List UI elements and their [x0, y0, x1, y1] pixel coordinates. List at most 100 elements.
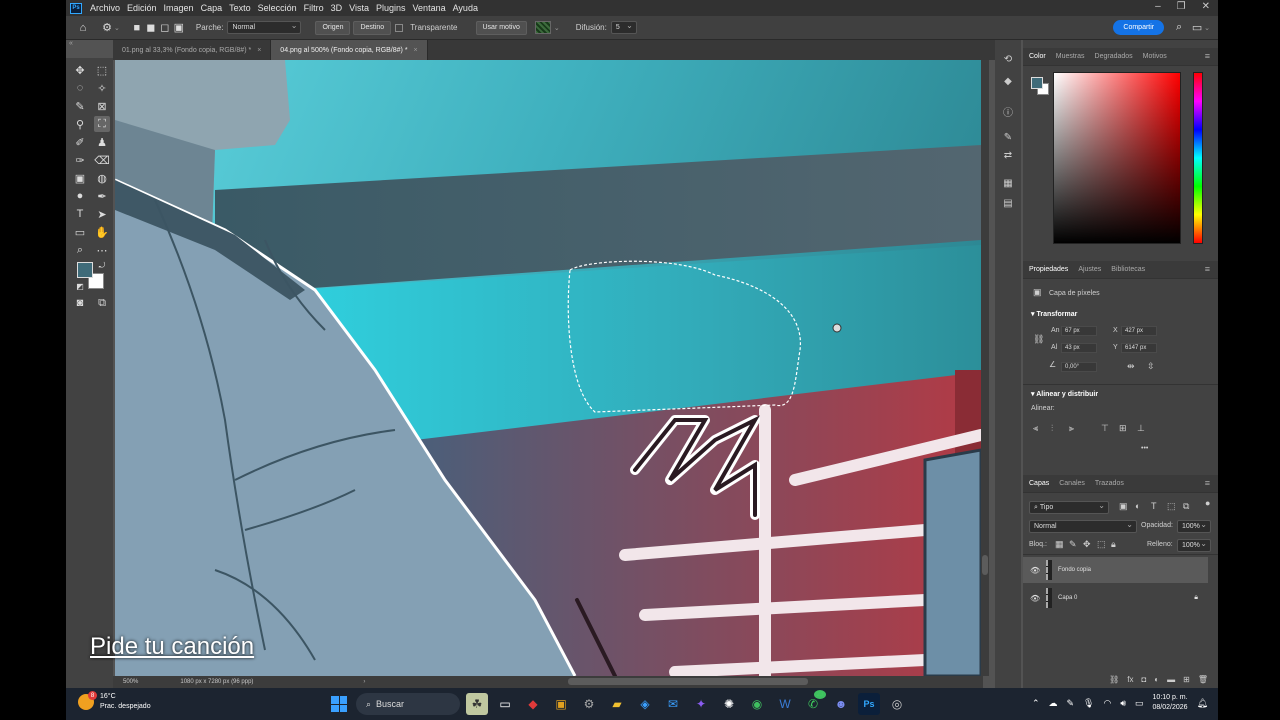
pattern-chevron-icon[interactable]: ⌄: [554, 24, 560, 32]
workspace-chevron-icon[interactable]: ⌄: [1204, 24, 1210, 32]
restore-icon[interactable]: ❐: [1177, 1, 1186, 12]
tab-muestras[interactable]: Muestras: [1056, 53, 1085, 60]
tab-degradados[interactable]: Degradados: [1095, 53, 1133, 60]
layer-name[interactable]: Fondo copia: [1058, 567, 1091, 573]
canvas-area[interactable]: [115, 60, 981, 676]
widgets-icon[interactable]: ☘: [466, 693, 488, 715]
pattern-swatch[interactable]: [534, 21, 551, 34]
search-icon[interactable]: ⌕: [1172, 21, 1186, 35]
tab-canales[interactable]: Canales: [1059, 480, 1085, 487]
tab-capas[interactable]: Capas: [1029, 480, 1049, 487]
settings-icon[interactable]: ⚙: [578, 693, 600, 715]
zoom-level[interactable]: 500%: [123, 679, 138, 685]
align-bottom-icon[interactable]: ⊥: [1137, 423, 1145, 434]
obs-icon[interactable]: ◎: [886, 693, 908, 715]
adjustments-icon[interactable]: ⇄: [1001, 150, 1015, 161]
panel-menu-icon[interactable]: ≡: [1205, 51, 1210, 61]
filter-shape-icon[interactable]: ⬚: [1167, 501, 1176, 512]
weather-widget[interactable]: 8 16°C Prac. despejado: [78, 691, 151, 712]
pen-icon[interactable]: ✎: [1066, 698, 1074, 709]
dodge-tool-icon[interactable]: ●: [72, 188, 88, 204]
patch-tool-icon[interactable]: ⚙: [100, 21, 114, 35]
tray-chevron-icon[interactable]: ⌃: [1032, 698, 1040, 709]
pen-tool-icon[interactable]: ✒: [94, 188, 110, 204]
lock-all-icon[interactable]: 🔒︎: [1111, 539, 1116, 550]
transparente-checkbox[interactable]: [395, 23, 404, 32]
zoom-tool-icon[interactable]: ⌕: [72, 242, 88, 258]
origen-button[interactable]: Origen: [315, 20, 351, 35]
tab-ajustes[interactable]: Ajustes: [1078, 266, 1101, 273]
magic-wand-icon[interactable]: ✧: [94, 80, 110, 96]
transform-section-title[interactable]: ▾ Transformar: [1031, 310, 1077, 318]
align-right-icon[interactable]: ⫸: [1069, 423, 1074, 434]
align-center-h-icon[interactable]: ⫶: [1051, 423, 1053, 434]
link-dimensions-icon[interactable]: ⛓: [1033, 334, 1044, 345]
filter-smart-object-icon[interactable]: ⧉: [1183, 501, 1189, 512]
foreground-color[interactable]: [77, 262, 93, 278]
tab-trazados[interactable]: Trazados: [1095, 480, 1124, 487]
height-field[interactable]: 43 px: [1061, 343, 1097, 353]
tab-04[interactable]: 04.png al 500% (Fondo copia, RGB/8#) * ×: [271, 40, 428, 60]
collapse-left-icon[interactable]: «: [69, 40, 73, 47]
tool-preset-chevron-icon[interactable]: ⌄: [114, 24, 120, 32]
layer-row[interactable]: 👁︎ Capa 0 🔒︎: [1023, 585, 1208, 611]
start-button[interactable]: [328, 693, 350, 715]
tab-motivos[interactable]: Motivos: [1143, 53, 1167, 60]
store-icon[interactable]: ▣: [550, 693, 572, 715]
filter-adjustment-icon[interactable]: ◐: [1135, 501, 1140, 511]
intersect-selection-icon[interactable]: ▣: [172, 21, 186, 35]
lock-pixels-icon[interactable]: ✎: [1069, 539, 1077, 550]
panel-foreground-swatch[interactable]: [1031, 77, 1043, 89]
photoshop-taskbar-icon[interactable]: Ps: [858, 693, 880, 715]
delete-layer-icon[interactable]: 🗑︎: [1198, 675, 1208, 684]
panel-menu-icon[interactable]: ≡: [1205, 478, 1210, 488]
vertical-scroll-thumb[interactable]: [982, 555, 988, 575]
new-layer-icon[interactable]: ⊞: [1183, 675, 1190, 684]
teams-icon[interactable]: ◈: [634, 693, 656, 715]
notifications-icon[interactable]: 🔔︎: [1197, 698, 1208, 709]
stamp-tool-icon[interactable]: ♟: [94, 134, 110, 150]
more-tools-icon[interactable]: ⋯: [94, 242, 110, 258]
tab-bibliotecas[interactable]: Bibliotecas: [1111, 266, 1145, 273]
eraser-tool-icon[interactable]: ⌫: [94, 152, 110, 168]
swap-colors-icon[interactable]: ⤾: [94, 258, 110, 274]
home-icon[interactable]: ⌂: [76, 21, 90, 35]
taskbar-search[interactable]: ⌕ Buscar: [356, 693, 460, 715]
parche-dropdown[interactable]: Normal: [227, 21, 302, 34]
link-layers-icon[interactable]: ⛓: [1109, 675, 1119, 684]
new-fill-layer-icon[interactable]: ◐: [1154, 675, 1159, 684]
tab-propiedades[interactable]: Propiedades: [1029, 266, 1068, 273]
layer-filter-dropdown[interactable]: ⌕ Tipo: [1029, 501, 1109, 514]
vertical-scrollbar[interactable]: [981, 60, 989, 676]
workspace-icon[interactable]: ▭: [1190, 21, 1204, 35]
align-section-title[interactable]: ▾ Alinear y distribuir: [1031, 390, 1098, 398]
battery-icon[interactable]: ▭: [1135, 698, 1144, 709]
gradient-tool-icon[interactable]: ▣: [72, 170, 88, 186]
patch-tool-icon[interactable]: ⛶: [94, 116, 110, 132]
difusion-dropdown[interactable]: 5: [610, 21, 637, 34]
brush-settings-icon[interactable]: ✎: [1001, 132, 1015, 143]
paragraph-icon[interactable]: ▤: [1001, 198, 1015, 209]
menu-imagen[interactable]: Imagen: [164, 3, 194, 13]
add-selection-icon[interactable]: ◼: [144, 21, 158, 35]
quick-selection-icon[interactable]: ✎: [72, 98, 88, 114]
y-field[interactable]: 6147 px: [1121, 343, 1157, 353]
libraries-icon[interactable]: ▦: [1001, 178, 1015, 189]
word-icon[interactable]: W: [774, 693, 796, 715]
discord-icon[interactable]: ☻: [830, 693, 852, 715]
menu-ventana[interactable]: Ventana: [413, 3, 446, 13]
menu-edicion[interactable]: Edición: [127, 3, 157, 13]
lock-transparency-icon[interactable]: ▦: [1055, 539, 1064, 550]
quick-mask-icon[interactable]: ◙: [72, 295, 88, 311]
filter-pixel-icon[interactable]: ▣: [1119, 501, 1128, 512]
hue-slider[interactable]: [1193, 72, 1203, 244]
outlook-icon[interactable]: ✉: [662, 693, 684, 715]
move-tool-icon[interactable]: ✥: [72, 62, 88, 78]
share-button[interactable]: Compartir: [1113, 20, 1165, 35]
app-red-icon[interactable]: ◆: [522, 693, 544, 715]
align-middle-v-icon[interactable]: ⊞: [1119, 423, 1127, 434]
horizontal-scroll-thumb[interactable]: [568, 678, 808, 685]
x-field[interactable]: 427 px: [1121, 326, 1157, 336]
lock-position-icon[interactable]: ✥: [1083, 539, 1091, 550]
visibility-eye-icon[interactable]: 👁︎: [1030, 594, 1040, 603]
